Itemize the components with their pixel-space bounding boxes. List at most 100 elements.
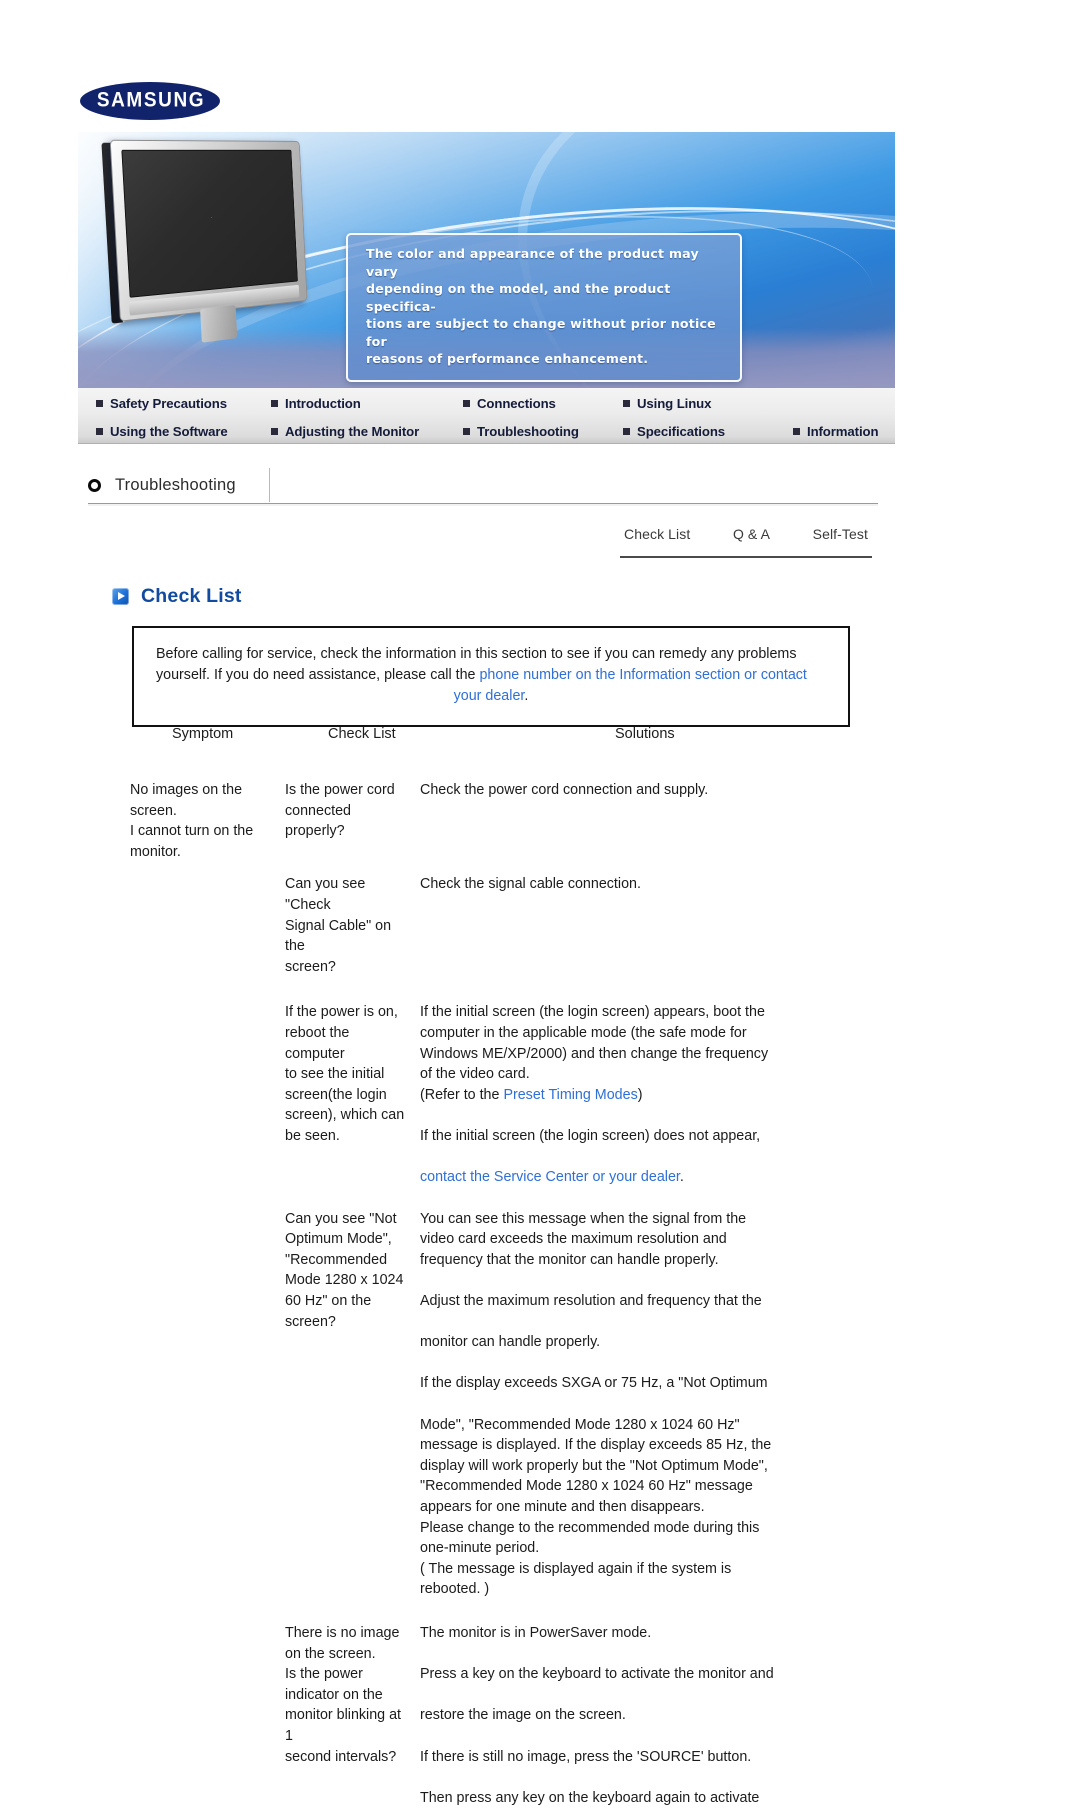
check-line: Can you see "Check bbox=[285, 876, 366, 913]
check-line: Can you see "Not bbox=[285, 1210, 397, 1227]
cell-check: If the power is on, reboot the computer … bbox=[285, 1002, 420, 1146]
cell-check: There is no image on the screen. Is the … bbox=[285, 1623, 420, 1767]
checklist-table: Symptom Check List Solutions No images o… bbox=[130, 726, 890, 1808]
nav-label: Connections bbox=[477, 395, 556, 411]
check-line: Signal Cable" on the bbox=[285, 917, 392, 955]
check-line: Is the power bbox=[285, 1666, 363, 1683]
solution-line: The monitor is in PowerSaver mode. bbox=[420, 1624, 652, 1641]
nav-item-adjusting-the-monitor[interactable]: Adjusting the Monitor bbox=[271, 418, 419, 444]
solution-line-with-link: (Refer to the Preset Timing Modes) bbox=[420, 1085, 890, 1106]
solution-line: If the initial screen (the login screen)… bbox=[420, 1004, 765, 1021]
nav-row-2: Using the Software Adjusting the Monitor… bbox=[78, 418, 895, 446]
nav-label: Specifications bbox=[637, 423, 726, 439]
link-contact-service-center[interactable]: contact the Service Center or your deale… bbox=[420, 1169, 680, 1185]
nav-item-using-the-software[interactable]: Using the Software bbox=[96, 418, 228, 444]
solution-line: display will work properly but the "Not … bbox=[420, 1457, 768, 1474]
info-line-3: your dealer. bbox=[156, 686, 826, 707]
solution-line: appears for one minute and then disappea… bbox=[420, 1499, 705, 1515]
info-link-your-dealer[interactable]: your dealer bbox=[454, 688, 525, 704]
solution-line: If the display exceeds SXGA or 75 Hz, a … bbox=[420, 1375, 768, 1392]
check-line: connected properly? bbox=[285, 802, 351, 840]
nav-item-connections[interactable]: Connections bbox=[463, 390, 556, 416]
samsung-logo: SAMSUNG bbox=[80, 82, 220, 120]
check-line: If the power is on, bbox=[285, 1004, 398, 1021]
service-info-box: Before calling for service, check the in… bbox=[132, 626, 850, 727]
nav-label: Introduction bbox=[285, 395, 361, 411]
cell-symptom: No images on the screen. I cannot turn o… bbox=[130, 780, 285, 862]
square-bullet-icon bbox=[463, 399, 470, 407]
solution-line: Check the power cord connection and supp… bbox=[420, 782, 709, 798]
table-body: No images on the screen. I cannot turn o… bbox=[130, 780, 890, 1808]
notice-line-2: depending on the model, and the product … bbox=[366, 281, 671, 314]
notice-line-1: The color and appearance of the product … bbox=[366, 246, 699, 279]
contact-suffix: . bbox=[679, 1169, 684, 1186]
check-line: Optimum Mode", bbox=[285, 1231, 392, 1248]
info-line-1: Before calling for service, check the in… bbox=[156, 646, 797, 662]
square-bullet-icon bbox=[793, 427, 800, 435]
column-header-check-list: Check List bbox=[328, 726, 396, 742]
tabs-underline bbox=[620, 556, 872, 558]
nav-item-introduction[interactable]: Introduction bbox=[271, 390, 361, 416]
square-bullet-icon bbox=[623, 399, 630, 407]
tab-check-list[interactable]: Check List bbox=[622, 526, 692, 550]
column-header-solutions: Solutions bbox=[615, 726, 675, 742]
check-line: screen? bbox=[285, 1313, 336, 1330]
check-line: to see the initial bbox=[285, 1066, 385, 1083]
tab-self-test[interactable]: Self-Test bbox=[811, 526, 870, 550]
check-line: "Recommended bbox=[285, 1251, 388, 1268]
monitor-screen bbox=[121, 149, 298, 298]
ring-bullet-icon bbox=[88, 478, 101, 492]
solution-line: restore the image on the screen. bbox=[420, 1707, 626, 1724]
link-preset-timing-modes[interactable]: Preset Timing Modes bbox=[503, 1087, 637, 1103]
square-bullet-icon bbox=[463, 427, 470, 435]
refer-close: ) bbox=[637, 1086, 643, 1103]
product-banner: The color and appearance of the product … bbox=[78, 132, 895, 388]
solution-line: If there is still no image, press the 'S… bbox=[420, 1748, 752, 1765]
square-bullet-icon bbox=[271, 427, 278, 435]
symptom-line: No images on the bbox=[130, 782, 243, 798]
check-line: second intervals? bbox=[285, 1748, 397, 1765]
nav-item-safety-precautions[interactable]: Safety Precautions bbox=[96, 390, 227, 416]
nav-item-information[interactable]: Information bbox=[793, 418, 879, 444]
info-line-2-text: yourself. If you do need assistance, ple… bbox=[156, 667, 480, 683]
solution-line: Windows ME/XP/2000) and then change the … bbox=[420, 1045, 769, 1062]
solution-line: computer in the applicable mode (the saf… bbox=[420, 1024, 747, 1041]
solution-line: "Recommended Mode 1280 x 1024 60 Hz" mes… bbox=[420, 1478, 753, 1495]
cell-check: Is the power cord connected properly? bbox=[285, 780, 420, 842]
nav-item-using-linux[interactable]: Using Linux bbox=[623, 390, 711, 416]
table-row: Can you see "Check Signal Cable" on the … bbox=[130, 874, 890, 977]
notice-line-4: reasons of performance enhancement. bbox=[366, 351, 649, 366]
solution-line: one-minute period. bbox=[420, 1540, 540, 1557]
nav-label: Using the Software bbox=[110, 423, 228, 439]
solution-line: frequency that the monitor can handle pr… bbox=[420, 1251, 719, 1268]
cell-solution: You can see this message when the signal… bbox=[420, 1209, 890, 1600]
solution-line: message is displayed. If the display exc… bbox=[420, 1437, 772, 1454]
symptom-line: screen. bbox=[130, 802, 177, 819]
solution-line: Mode", "Recommended Mode 1280 x 1024 60 … bbox=[420, 1416, 740, 1433]
main-navigation-bar: Safety Precautions Introduction Connecti… bbox=[78, 388, 895, 444]
nav-row-1: Safety Precautions Introduction Connecti… bbox=[78, 390, 895, 418]
nav-label: Troubleshooting bbox=[477, 423, 579, 439]
nav-label: Using Linux bbox=[637, 395, 712, 411]
nav-item-troubleshooting[interactable]: Troubleshooting bbox=[463, 418, 579, 444]
solution-line: of the video card. bbox=[420, 1066, 530, 1083]
lcd-monitor-image bbox=[101, 139, 309, 362]
tab-q-and-a[interactable]: Q & A bbox=[731, 526, 772, 550]
check-line: monitor blinking at 1 bbox=[285, 1707, 402, 1744]
refer-text: (Refer to the bbox=[420, 1086, 504, 1103]
section-tabs: Check List Q & A Self-Test bbox=[622, 526, 870, 550]
check-line: screen? bbox=[285, 958, 336, 975]
check-line: on the screen. bbox=[285, 1645, 376, 1662]
notice-line-3: tions are subject to change without prio… bbox=[366, 316, 716, 349]
logo-text: SAMSUNG bbox=[96, 88, 206, 113]
solution-line: You can see this message when the signal… bbox=[420, 1210, 747, 1227]
nav-item-specifications[interactable]: Specifications bbox=[623, 418, 725, 444]
info-link-phone-number[interactable]: phone number on the Information section … bbox=[479, 667, 806, 683]
solution-line: ( The message is displayed again if the … bbox=[420, 1560, 732, 1577]
product-notice-box: The color and appearance of the product … bbox=[346, 233, 742, 382]
square-bullet-icon bbox=[623, 427, 630, 435]
symptom-line: I cannot turn on the bbox=[130, 823, 254, 840]
nav-label: Safety Precautions bbox=[110, 395, 227, 411]
solution-line: Check the signal cable connection. bbox=[420, 876, 641, 893]
cell-solution: The monitor is in PowerSaver mode. Press… bbox=[420, 1623, 890, 1808]
